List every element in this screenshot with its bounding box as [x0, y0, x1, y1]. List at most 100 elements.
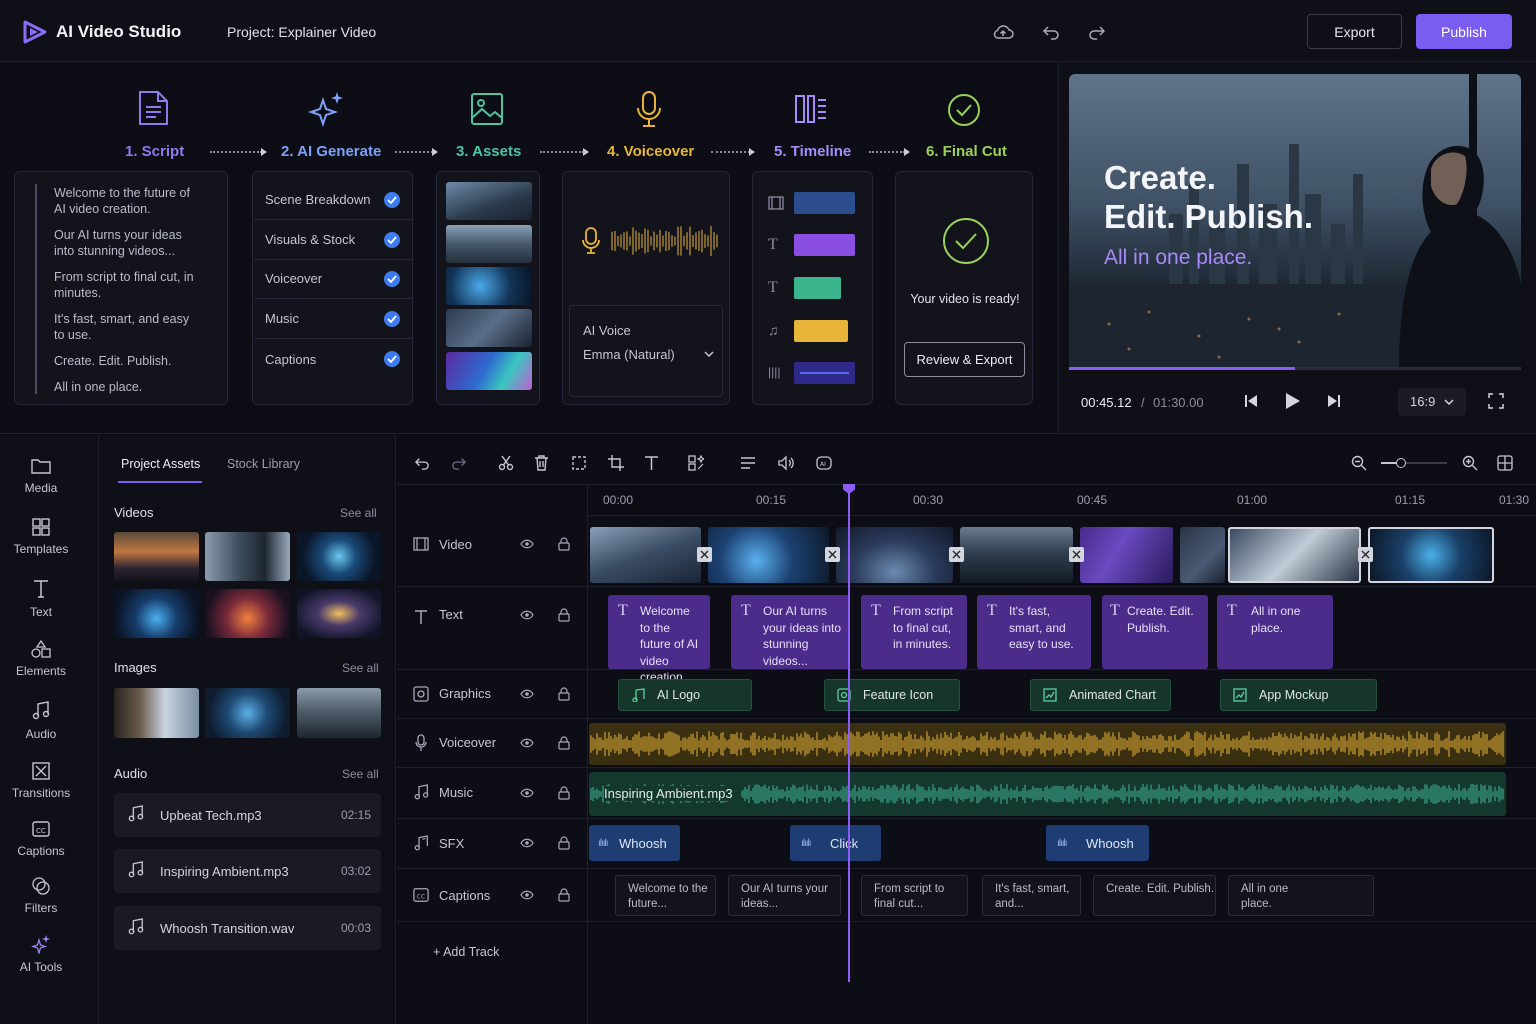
export-button[interactable]: Export — [1307, 14, 1402, 49]
caption-clip[interactable]: Create. Edit. Publish. — [1093, 875, 1216, 916]
video-thumbnail[interactable] — [297, 532, 381, 581]
lock-icon[interactable] — [558, 537, 570, 551]
zoom-out-icon[interactable] — [1351, 455, 1367, 471]
voice-selector[interactable]: AI Voice Emma (Natural) — [569, 305, 723, 397]
caption-clip[interactable]: From script to final cut... — [861, 875, 968, 916]
undo-icon[interactable] — [1042, 24, 1060, 40]
sidebar-item-text[interactable]: Text — [0, 579, 82, 635]
caption-clip[interactable]: Our AI turns your ideas... — [728, 875, 841, 916]
magic-edit-icon[interactable] — [688, 455, 704, 471]
sfx-clip[interactable]: ılıılı Click — [790, 825, 881, 861]
lock-icon[interactable] — [558, 786, 570, 800]
lock-icon[interactable] — [558, 888, 570, 902]
checklist-item[interactable]: Captions — [254, 339, 412, 379]
asset-thumbnail[interactable] — [446, 267, 532, 305]
music-clip[interactable]: Inspiring Ambient.mp3 — [589, 772, 1506, 816]
transition-icon[interactable] — [697, 547, 712, 562]
audio-file-item[interactable]: Whoosh Transition.wav 00:03 — [114, 906, 381, 950]
text-clip[interactable]: T Welcome to the future of AI video creat… — [608, 595, 710, 684]
audio-file-item[interactable]: Inspiring Ambient.mp3 03:02 — [114, 849, 381, 893]
checklist-item[interactable]: Music — [254, 299, 412, 339]
checklist-item[interactable]: Visuals & Stock — [254, 220, 412, 260]
sidebar-item-captions[interactable]: CC Captions — [0, 820, 82, 876]
zoom-slider-handle[interactable] — [1395, 458, 1406, 468]
step-ai-generate[interactable]: 2. AI Generate — [281, 143, 381, 160]
video-preview[interactable]: Create. Edit. Publish. All in one place. — [1069, 74, 1521, 370]
graphics-clip[interactable]: AI Logo — [618, 679, 752, 711]
asset-thumbnail[interactable] — [446, 225, 532, 263]
video-thumbnail[interactable] — [297, 589, 381, 638]
voiceover-clip[interactable] — [589, 723, 1506, 765]
visibility-eye-icon[interactable] — [520, 689, 534, 699]
scissors-icon[interactable] — [498, 455, 514, 471]
image-thumbnail[interactable] — [205, 688, 290, 738]
video-clip[interactable] — [836, 527, 953, 583]
audio-file-item[interactable]: Upbeat Tech.mp3 02:15 — [114, 793, 381, 837]
sidebar-item-templates[interactable]: Templates — [0, 518, 82, 574]
asset-thumbnail[interactable] — [446, 352, 532, 390]
publish-button[interactable]: Publish — [1416, 14, 1512, 49]
step-script[interactable]: 1. Script — [125, 143, 184, 160]
fit-timeline-icon[interactable] — [1497, 455, 1513, 471]
asset-thumbnail[interactable] — [446, 182, 532, 220]
preview-scrubber[interactable] — [1069, 367, 1521, 370]
video-thumbnail[interactable] — [205, 589, 290, 638]
zoom-slider[interactable] — [1381, 458, 1447, 468]
graphics-clip[interactable]: Animated Chart — [1030, 679, 1171, 711]
sidebar-item-transitions[interactable]: Transitions — [0, 762, 82, 818]
lock-icon[interactable] — [558, 608, 570, 622]
step-timeline[interactable]: 5. Timeline — [774, 143, 851, 160]
step-assets[interactable]: 3. Assets — [456, 143, 521, 160]
transition-icon[interactable] — [825, 547, 840, 562]
image-thumbnail[interactable] — [114, 688, 199, 738]
lock-icon[interactable] — [558, 836, 570, 850]
audio-enhance-icon[interactable] — [778, 455, 794, 471]
video-thumbnail[interactable] — [114, 532, 199, 581]
skip-forward-icon[interactable] — [1328, 395, 1340, 407]
video-thumbnail[interactable] — [205, 532, 290, 581]
video-clip[interactable] — [708, 527, 829, 583]
tab-project-assets[interactable]: Project Assets — [121, 457, 200, 471]
undo-icon[interactable] — [414, 456, 430, 470]
text-tool-icon[interactable] — [644, 455, 659, 471]
text-clip[interactable]: T Our AI turns your ideas into stunning v… — [731, 595, 850, 669]
ai-enhance-icon[interactable]: AI — [816, 455, 832, 471]
add-track-button[interactable]: + Add Track — [433, 945, 499, 959]
step-voiceover[interactable]: 4. Voiceover — [607, 143, 694, 160]
lock-icon[interactable] — [558, 687, 570, 701]
caption-clip[interactable]: It's fast, smart, and... — [982, 875, 1081, 916]
cloud-save-icon[interactable] — [992, 24, 1014, 40]
text-clip[interactable]: T From script to final cut, in minutes. — [861, 595, 967, 669]
video-thumbnail[interactable] — [114, 589, 199, 638]
asset-thumbnail[interactable] — [446, 309, 532, 347]
video-clip[interactable] — [1080, 527, 1173, 583]
step-final-cut[interactable]: 6. Final Cut — [926, 143, 1007, 160]
videos-see-all[interactable]: See all — [340, 506, 377, 520]
chevron-down-icon[interactable] — [704, 351, 714, 357]
visibility-eye-icon[interactable] — [520, 738, 534, 748]
redo-icon[interactable] — [451, 456, 467, 470]
video-clip[interactable] — [960, 527, 1073, 583]
sidebar-item-audio[interactable]: Audio — [0, 701, 82, 757]
visibility-eye-icon[interactable] — [520, 890, 534, 900]
sidebar-item-media[interactable]: Media — [0, 457, 82, 513]
skip-back-icon[interactable] — [1245, 395, 1257, 407]
video-clip-selected[interactable] — [1228, 527, 1361, 583]
visibility-eye-icon[interactable] — [520, 788, 534, 798]
visibility-eye-icon[interactable] — [520, 838, 534, 848]
fullscreen-icon[interactable] — [1488, 393, 1504, 409]
sfx-clip[interactable]: ılıılı Whoosh — [589, 825, 680, 861]
play-icon[interactable] — [1286, 393, 1300, 409]
caption-clip[interactable]: All in one place. — [1228, 875, 1374, 916]
sidebar-item-elements[interactable]: Elements — [0, 640, 82, 696]
align-icon[interactable] — [740, 456, 756, 470]
review-export-button[interactable]: Review & Export — [904, 342, 1025, 377]
select-icon[interactable] — [571, 455, 587, 471]
playhead[interactable] — [843, 484, 855, 982]
sidebar-item-filters[interactable]: Filters — [0, 877, 82, 933]
sfx-clip[interactable]: ılıılı Whoosh — [1046, 825, 1149, 861]
transition-icon[interactable] — [949, 547, 964, 562]
video-clip-selected[interactable] — [1368, 527, 1494, 583]
text-clip[interactable]: T It's fast, smart, and easy to use. — [977, 595, 1091, 669]
video-clip[interactable] — [590, 527, 701, 583]
